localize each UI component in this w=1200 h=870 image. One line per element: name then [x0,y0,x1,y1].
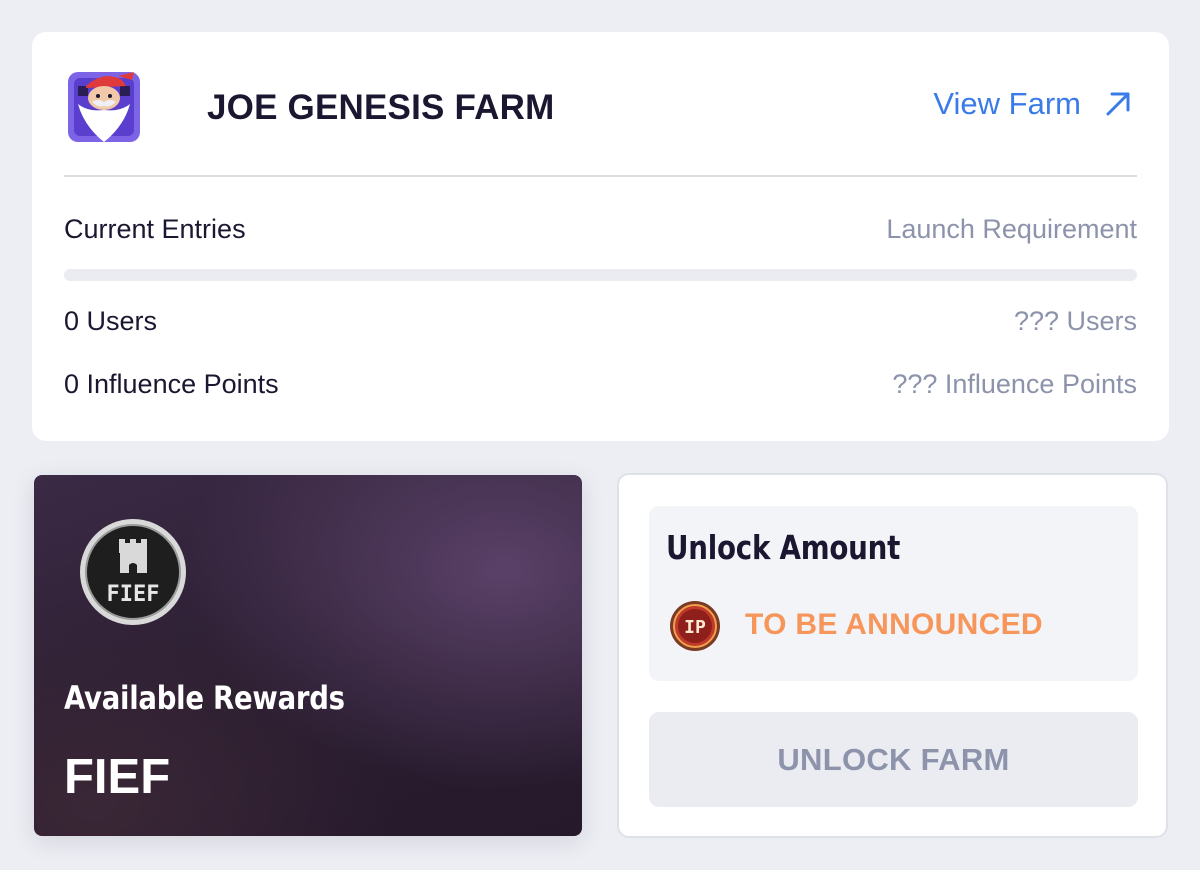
unlock-card: Unlock Amount IP TO BE ANNOUNCED UNLOCK … [617,473,1168,838]
view-farm-label: View Farm [933,86,1081,121]
current-influence-points: 0 Influence Points [64,369,279,399]
required-influence-points: ??? Influence Points [892,369,1137,399]
influence-row: 0 Influence Points ??? Influence Points [64,369,1137,400]
required-users: ??? Users [1013,306,1137,336]
entries-header-row: Current Entries Launch Requirement [64,214,1137,245]
arrow-up-right-icon [1106,92,1130,116]
page: JOE GENESIS FARM View Farm Current Entri… [0,0,1200,870]
farm-title: JOE GENESIS FARM [207,88,555,127]
rewards-card: FIEF Available Rewards FIEF [34,475,582,836]
farm-card: JOE GENESIS FARM View Farm Current Entri… [32,32,1169,441]
view-farm-link[interactable]: View Farm [933,86,1133,122]
entries-progress-bar [64,269,1137,281]
current-entries-label: Current Entries [64,214,246,244]
influence-points-coin-icon: IP [670,601,720,651]
header-divider [64,175,1137,177]
users-row: 0 Users ??? Users [64,306,1137,337]
farm-header: JOE GENESIS FARM View Farm [64,62,1137,152]
ip-coin-text: IP [684,617,706,638]
launch-requirement-label: Launch Requirement [886,214,1137,244]
reward-token-name: FIEF [64,750,171,804]
available-rewards-label: Available Rewards [64,679,345,717]
current-users: 0 Users [64,306,158,336]
joe-avatar-icon [68,72,140,142]
unlock-farm-button[interactable]: UNLOCK FARM [649,712,1138,807]
fief-coin-icon: FIEF [80,519,186,625]
unlock-amount-value: TO BE ANNOUNCED [745,608,1043,641]
unlock-amount-title: Unlock Amount [666,528,901,567]
fief-coin-text: FIEF [107,582,160,607]
unlock-amount-box: Unlock Amount IP TO BE ANNOUNCED [649,506,1138,681]
